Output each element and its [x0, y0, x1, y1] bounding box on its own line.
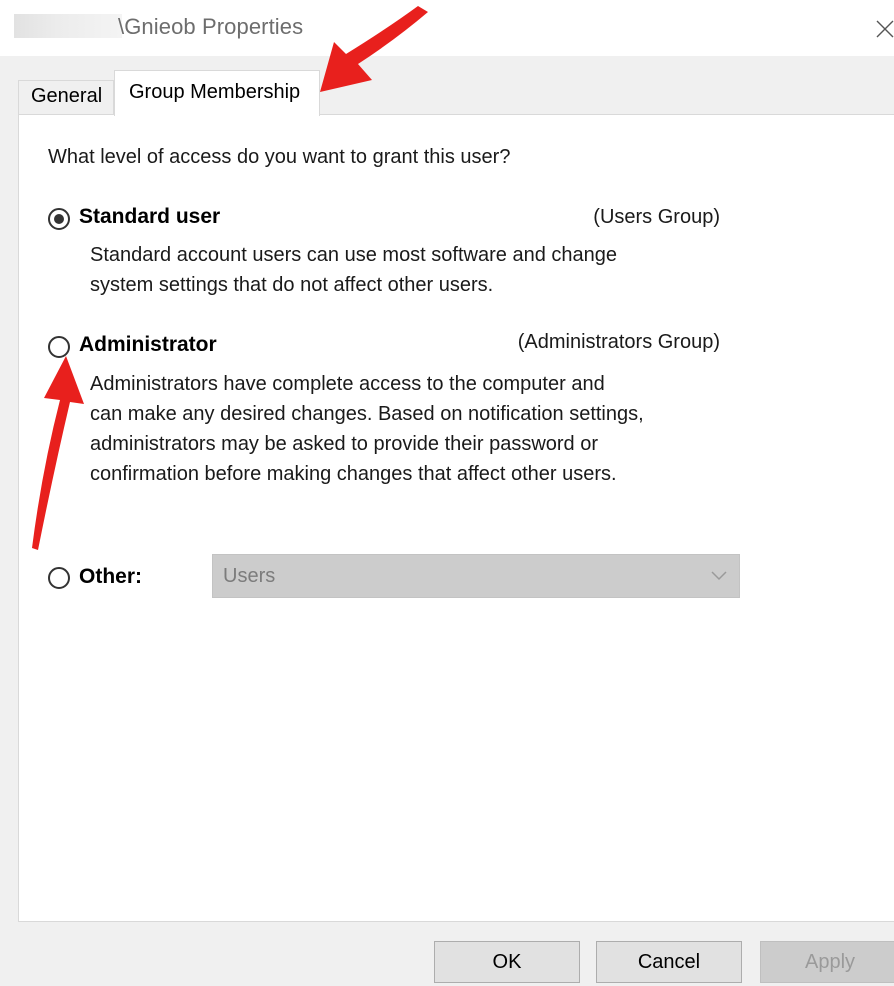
administrator-label[interactable]: Administrator [79, 333, 217, 357]
other-group-select[interactable]: Users [212, 554, 740, 598]
users-group-label: (Users Group) [593, 206, 720, 228]
select-value: Users [223, 565, 276, 587]
close-button[interactable] [868, 10, 894, 46]
description-line: Standard account users can use most soft… [90, 244, 617, 266]
description-line: administrators may be asked to provide t… [90, 433, 599, 455]
title-bar: \Gnieob Properties [0, 0, 894, 56]
description-line: system settings that do not affect other… [90, 274, 494, 296]
window-title: \Gnieob Properties [118, 14, 304, 39]
standard-user-radio[interactable] [48, 208, 70, 230]
description-line: Administrators have complete access to t… [90, 373, 605, 395]
close-icon [876, 20, 894, 38]
other-radio[interactable] [48, 567, 70, 589]
administrator-radio[interactable] [48, 336, 70, 358]
redacted-username [14, 14, 122, 38]
tab-group-membership[interactable]: Group Membership [114, 70, 320, 116]
ok-button[interactable]: OK [434, 941, 580, 983]
apply-button[interactable]: Apply [760, 941, 894, 983]
description-line: can make any desired changes. Based on n… [90, 403, 644, 425]
access-question: What level of access do you want to gran… [48, 146, 511, 168]
cancel-button[interactable]: Cancel [596, 941, 742, 983]
tab-general[interactable]: General [18, 80, 114, 114]
chevron-down-icon [711, 571, 727, 581]
administrator-description: Administrators have complete access to t… [90, 369, 770, 489]
administrators-group-label: (Administrators Group) [517, 331, 720, 353]
description-line: confirmation before making changes that … [90, 463, 617, 485]
other-label[interactable]: Other: [79, 565, 142, 589]
standard-user-description: Standard account users can use most soft… [90, 240, 770, 300]
standard-user-label[interactable]: Standard user [79, 205, 220, 229]
tab-panel [18, 114, 894, 922]
